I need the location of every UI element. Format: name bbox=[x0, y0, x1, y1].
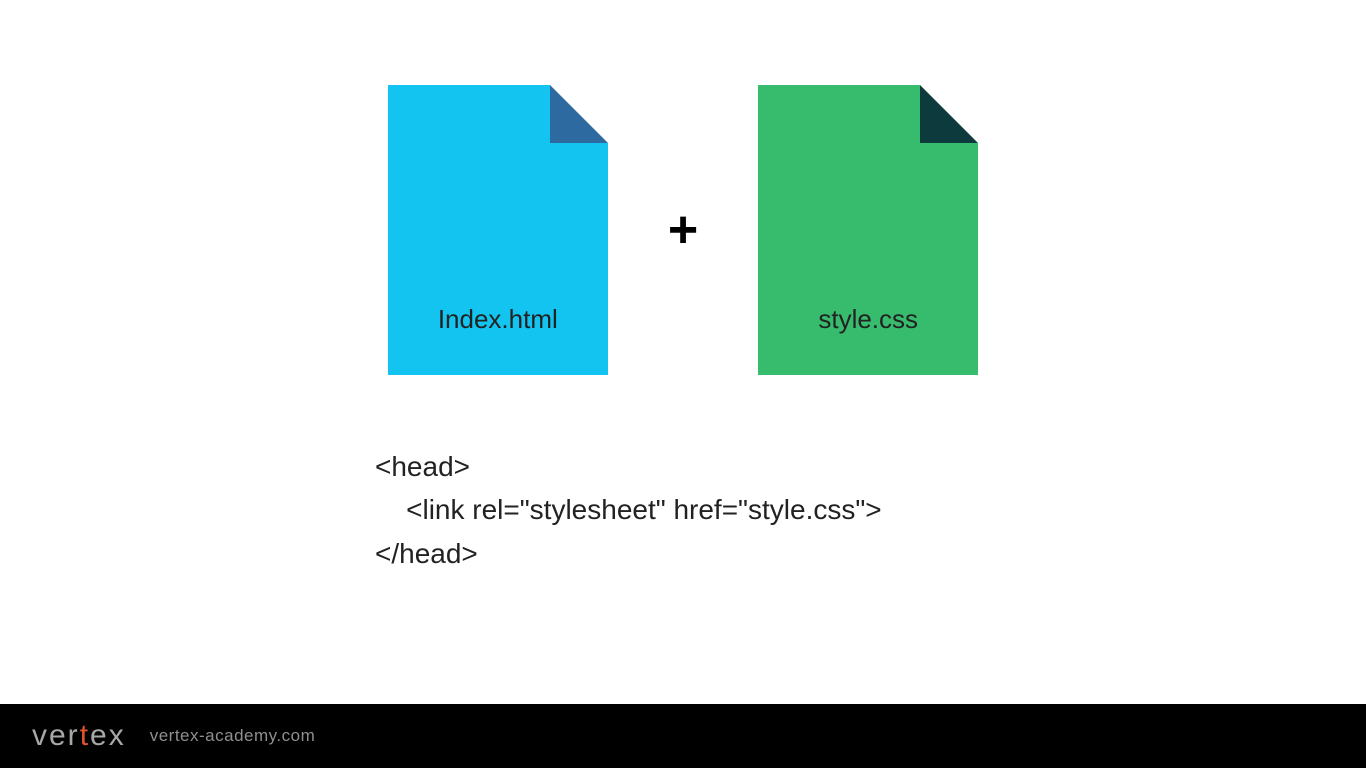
code-line: <head> bbox=[375, 451, 470, 482]
code-line: </head> bbox=[375, 538, 478, 569]
logo-text-accent: t bbox=[80, 719, 90, 753]
page-fold-triangle-icon bbox=[550, 85, 608, 143]
page-fold-triangle-icon bbox=[920, 85, 978, 143]
plus-icon: + bbox=[668, 204, 698, 256]
code-snippet: <head> <link rel="stylesheet" href="styl… bbox=[375, 445, 882, 575]
main-diagram: Index.html + style.css <head> <link rel=… bbox=[0, 85, 1366, 575]
file-css-icon: style.css bbox=[758, 85, 978, 375]
file-css-label: style.css bbox=[818, 304, 918, 335]
logo-text-pre: ver bbox=[32, 719, 80, 753]
brand-logo: vertex bbox=[32, 719, 126, 753]
logo-text-post: ex bbox=[90, 719, 126, 753]
file-html-label: Index.html bbox=[438, 304, 558, 335]
code-line: <link rel="stylesheet" href="style.css"> bbox=[375, 494, 882, 525]
footer: vertex vertex-academy.com bbox=[0, 704, 1366, 768]
files-row: Index.html + style.css bbox=[388, 85, 978, 375]
footer-url: vertex-academy.com bbox=[150, 726, 316, 746]
file-html-icon: Index.html bbox=[388, 85, 608, 375]
